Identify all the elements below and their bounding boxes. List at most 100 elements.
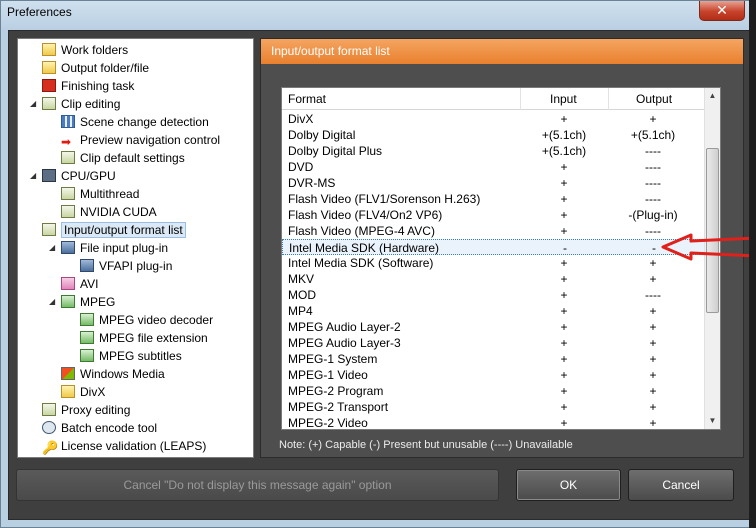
format-cell: MPEG-2 Program xyxy=(288,384,384,398)
column-output[interactable]: Output xyxy=(636,92,672,106)
tree-item-label: CPU/GPU xyxy=(61,169,116,183)
expand-toggle-icon[interactable]: ◢ xyxy=(30,167,40,185)
tree-item[interactable]: ◢ Clip editing xyxy=(30,95,120,113)
output-cell: ---- xyxy=(645,176,661,190)
tree-item[interactable]: DivX xyxy=(61,383,105,401)
tree-item[interactable]: 🔑 License validation (LEAPS) xyxy=(42,437,206,455)
table-row[interactable]: MPEG Audio Layer-2 + + xyxy=(282,319,706,335)
tree-item[interactable]: Output folder/file xyxy=(42,59,149,77)
format-list[interactable]: Format Input Output DivX + + Dolby Digital +… xyxy=(281,87,721,430)
table-row[interactable]: MOD + ---- xyxy=(282,287,706,303)
table-row[interactable]: DVD + ---- xyxy=(282,159,706,175)
ok-button[interactable]: OK xyxy=(516,469,621,501)
folder-icon xyxy=(42,43,56,56)
column-input[interactable]: Input xyxy=(550,92,577,106)
output-cell: + xyxy=(649,400,657,414)
table-row[interactable]: MPEG Audio Layer-3 + + xyxy=(282,335,706,351)
tree-item[interactable]: MPEG file extension xyxy=(80,329,208,347)
list-header: Format Input Output xyxy=(282,88,706,110)
tree-item[interactable]: Proxy editing xyxy=(42,401,130,419)
input-cell: +(5.1ch) xyxy=(541,144,587,158)
table-row[interactable]: MKV + + xyxy=(282,271,706,287)
expand-toggle-icon[interactable]: ◢ xyxy=(49,293,59,311)
table-row[interactable]: Flash Video (FLV4/On2 VP6) + -(Plug-in) xyxy=(282,207,706,223)
avi-icon xyxy=(61,277,75,290)
input-cell: + xyxy=(560,384,568,398)
expand-toggle-icon[interactable]: ◢ xyxy=(30,95,40,113)
tree-item[interactable]: Work folders xyxy=(42,41,128,59)
table-row[interactable]: DVR-MS + ---- xyxy=(282,175,706,191)
tree-item-label: MPEG file extension xyxy=(99,331,208,345)
tree-item[interactable]: ◢ MPEG xyxy=(49,293,115,311)
scroll-down-icon[interactable]: ▼ xyxy=(705,413,720,429)
list-icon xyxy=(42,223,56,236)
tree-item[interactable]: Multithread xyxy=(61,185,139,203)
table-row[interactable]: DivX + + xyxy=(282,111,706,127)
tree-item-label: MPEG video decoder xyxy=(99,313,214,327)
table-row[interactable]: Intel Media SDK (Software) + + xyxy=(282,255,706,271)
close-button[interactable]: ✕ xyxy=(699,1,745,21)
table-row[interactable]: MPEG-2 Transport + + xyxy=(282,399,706,415)
mpeg-icon xyxy=(61,295,75,308)
tree-item[interactable]: ◢ CPU/GPU xyxy=(30,167,116,185)
proxy-icon xyxy=(42,403,56,416)
table-row[interactable]: Dolby Digital Plus +(5.1ch) ---- xyxy=(282,143,706,159)
cancel-button[interactable]: Cancel xyxy=(628,469,734,501)
tree-item[interactable]: ◢ File input plug-in xyxy=(49,239,168,257)
format-cell: MPEG-1 System xyxy=(288,352,378,366)
table-row[interactable]: Dolby Digital +(5.1ch) +(5.1ch) xyxy=(282,127,706,143)
tree-item-label: Work folders xyxy=(61,43,129,57)
output-cell: ---- xyxy=(645,144,661,158)
input-cell: + xyxy=(560,336,568,350)
tree-item-label: Windows Media xyxy=(80,367,165,381)
input-cell: + xyxy=(560,400,568,414)
background-strip xyxy=(749,0,756,528)
tree-item[interactable]: MPEG subtitles xyxy=(80,347,182,365)
vertical-scrollbar[interactable]: ▲ ▼ xyxy=(704,88,720,429)
format-cell: MPEG-2 Video xyxy=(288,416,368,430)
tree-item-label: VFAPI plug-in xyxy=(99,259,173,273)
output-cell: ---- xyxy=(645,160,661,174)
scroll-up-icon[interactable]: ▲ xyxy=(705,88,720,104)
table-row[interactable]: MPEG-2 Video + + xyxy=(282,415,706,430)
tree-item[interactable]: AVI xyxy=(61,275,98,293)
input-cell: +(5.1ch) xyxy=(541,128,587,142)
format-cell: MP4 xyxy=(288,304,313,318)
format-cell: Intel Media SDK (Software) xyxy=(288,256,434,270)
table-row[interactable]: MPEG-1 System + + xyxy=(282,351,706,367)
tree-item[interactable]: Finishing task xyxy=(42,77,134,95)
plugin-icon xyxy=(80,259,94,272)
output-cell: + xyxy=(649,384,657,398)
tree-item[interactable]: Input/output format list xyxy=(42,221,186,239)
output-cell: + xyxy=(649,272,657,286)
input-cell: - xyxy=(563,241,567,255)
column-format[interactable]: Format xyxy=(288,92,326,106)
tree-item[interactable]: Scene change detection xyxy=(61,113,209,131)
tree-item[interactable]: ➡ Preview navigation control xyxy=(61,131,220,149)
tree-item[interactable]: NVIDIA CUDA xyxy=(61,203,157,221)
table-row[interactable]: Intel Media SDK (Hardware) - - xyxy=(282,239,706,255)
batch-icon xyxy=(42,421,56,434)
folder-icon xyxy=(42,61,56,74)
legend-note: Note: (+) Capable (-) Present but unusab… xyxy=(279,439,573,451)
input-cell: + xyxy=(560,176,568,190)
table-row[interactable]: MPEG-2 Program + + xyxy=(282,383,706,399)
dialog-body: Work folders Output folder/file Finishing … xyxy=(8,30,750,520)
tree-item[interactable]: Windows Media xyxy=(61,365,165,383)
table-row[interactable]: Flash Video (MPEG-4 AVC) + ---- xyxy=(282,223,706,239)
tree-item[interactable]: Batch encode tool xyxy=(42,419,157,437)
tree-item[interactable]: MPEG video decoder xyxy=(80,311,213,329)
table-row[interactable]: Flash Video (FLV1/Sorenson H.263) + ---- xyxy=(282,191,706,207)
input-cell: + xyxy=(560,304,568,318)
output-cell: + xyxy=(649,368,657,382)
expand-toggle-icon[interactable]: ◢ xyxy=(49,239,59,257)
table-row[interactable]: MP4 + + xyxy=(282,303,706,319)
table-row[interactable]: MPEG-1 Video + + xyxy=(282,367,706,383)
format-cell: MOD xyxy=(288,288,316,302)
scroll-thumb[interactable] xyxy=(706,148,719,313)
cancel-message-option-button[interactable]: Cancel "Do not display this message agai… xyxy=(16,469,499,501)
panel-header: Input/output format list xyxy=(261,39,743,64)
tree-item[interactable]: VFAPI plug-in xyxy=(80,257,172,275)
output-cell: -(Plug-in) xyxy=(628,208,678,222)
tree-item[interactable]: Clip default settings xyxy=(61,149,185,167)
